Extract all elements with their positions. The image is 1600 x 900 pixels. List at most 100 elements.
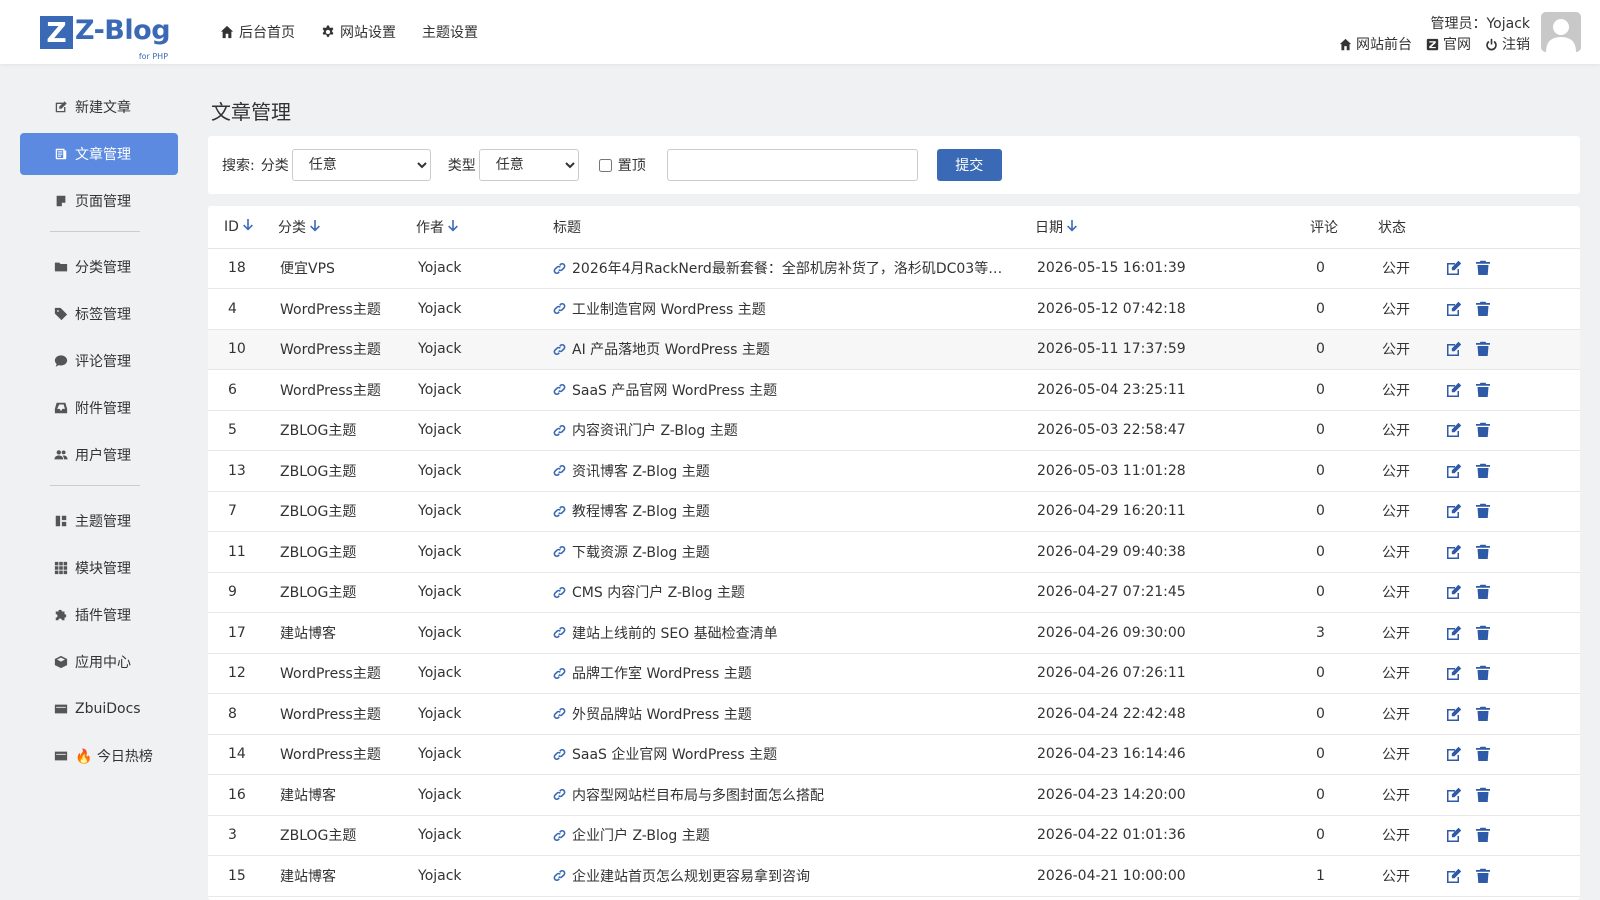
nav-site-settings[interactable]: 网站设置 bbox=[321, 22, 396, 42]
title-link[interactable]: AI 产品落地页 WordPress 主题 bbox=[553, 339, 1035, 359]
edit-icon[interactable] bbox=[1446, 706, 1462, 722]
edit-icon[interactable] bbox=[1446, 382, 1462, 398]
sidebar-item-module-manage[interactable]: 模块管理 bbox=[20, 547, 178, 589]
sidebar-item-tag-manage[interactable]: 标签管理 bbox=[20, 293, 178, 335]
sort-down-icon[interactable] bbox=[1066, 219, 1078, 237]
delete-icon[interactable] bbox=[1475, 746, 1491, 762]
edit-icon[interactable] bbox=[1446, 868, 1462, 884]
official-site-link[interactable]: 官网 bbox=[1426, 34, 1471, 54]
col-date[interactable]: 日期 bbox=[1035, 206, 1310, 249]
title-link[interactable]: 外贸品牌站 WordPress 主题 bbox=[553, 704, 1035, 724]
cell-title[interactable]: 企业建站首页怎么规划更容易拿到咨询 bbox=[553, 855, 1035, 897]
edit-icon[interactable] bbox=[1446, 584, 1462, 600]
edit-icon[interactable] bbox=[1446, 503, 1462, 519]
delete-icon[interactable] bbox=[1475, 787, 1491, 803]
edit-icon[interactable] bbox=[1446, 665, 1462, 681]
cell-title[interactable]: 内容型网站栏目布局与多图封面怎么搭配 bbox=[553, 774, 1035, 816]
sidebar-item-comment-manage[interactable]: 评论管理 bbox=[20, 340, 178, 382]
title-link[interactable]: SaaS 产品官网 WordPress 主题 bbox=[553, 380, 1035, 400]
title-link[interactable]: 内容型网站栏目布局与多图封面怎么搭配 bbox=[553, 785, 1035, 805]
delete-icon[interactable] bbox=[1475, 665, 1491, 681]
edit-icon[interactable] bbox=[1446, 544, 1462, 560]
delete-icon[interactable] bbox=[1475, 382, 1491, 398]
sort-down-icon[interactable] bbox=[309, 219, 321, 237]
edit-icon[interactable] bbox=[1446, 260, 1462, 276]
sidebar-item-plugin-manage[interactable]: 插件管理 bbox=[20, 594, 178, 636]
cell-title[interactable]: CMS 内容门户 Z-Blog 主题 bbox=[553, 572, 1035, 613]
cell-title[interactable]: 工业制造官网 WordPress 主题 bbox=[553, 288, 1035, 330]
category-select[interactable]: 任意 bbox=[291, 149, 431, 181]
cell-title[interactable]: AI 产品落地页 WordPress 主题 bbox=[553, 329, 1035, 370]
title-link[interactable]: 品牌工作室 WordPress 主题 bbox=[553, 663, 1035, 683]
sort-down-icon[interactable] bbox=[242, 218, 254, 236]
cell-title[interactable]: 2026年4月RackNerd最新套餐：全部机房补货了，洛杉矶DC03等… bbox=[553, 248, 1035, 289]
cell-title[interactable]: 建站上线前的 SEO 基础检查清单 bbox=[553, 612, 1035, 654]
cell-title[interactable]: 下载资源 Z-Blog 主题 bbox=[553, 531, 1035, 573]
sidebar-item-new-article[interactable]: 新建文章 bbox=[20, 86, 178, 128]
delete-icon[interactable] bbox=[1475, 625, 1491, 641]
edit-icon[interactable] bbox=[1446, 463, 1462, 479]
sidebar-item-page-manage[interactable]: 页面管理 bbox=[20, 180, 178, 222]
title-link[interactable]: 企业门户 Z-Blog 主题 bbox=[553, 825, 1035, 845]
sort-down-icon[interactable] bbox=[447, 219, 459, 237]
nav-admin-home[interactable]: 后台首页 bbox=[220, 22, 295, 42]
table-row: 9 ZBLOG主题 Yojack CMS 内容门户 Z-Blog 主题 2026-04-… bbox=[208, 572, 1580, 613]
keyword-input[interactable] bbox=[666, 149, 918, 181]
title-link[interactable]: 下载资源 Z-Blog 主题 bbox=[553, 542, 1035, 562]
delete-icon[interactable] bbox=[1475, 341, 1491, 357]
delete-icon[interactable] bbox=[1475, 463, 1491, 479]
nav-theme-settings[interactable]: 主题设置 bbox=[422, 22, 478, 42]
sidebar-item-attachment-manage[interactable]: 附件管理 bbox=[20, 387, 178, 429]
edit-icon[interactable] bbox=[1446, 301, 1462, 317]
title-link[interactable]: 工业制造官网 WordPress 主题 bbox=[553, 299, 1035, 319]
delete-icon[interactable] bbox=[1475, 584, 1491, 600]
delete-icon[interactable] bbox=[1475, 544, 1491, 560]
edit-icon[interactable] bbox=[1446, 827, 1462, 843]
sidebar-item-category-manage[interactable]: 分类管理 bbox=[20, 246, 178, 288]
cell-title[interactable]: SaaS 企业官网 WordPress 主题 bbox=[553, 734, 1035, 775]
delete-icon[interactable] bbox=[1475, 827, 1491, 843]
edit-icon[interactable] bbox=[1446, 787, 1462, 803]
edit-icon[interactable] bbox=[1446, 341, 1462, 357]
cell-title[interactable]: 外贸品牌站 WordPress 主题 bbox=[553, 693, 1035, 735]
sidebar-item-user-manage[interactable]: 用户管理 bbox=[20, 434, 178, 476]
title-link[interactable]: 2026年4月RackNerd最新套餐：全部机房补货了，洛杉矶DC03等… bbox=[553, 258, 1035, 278]
title-link[interactable]: 内容资讯门户 Z-Blog 主题 bbox=[553, 420, 1035, 440]
submit-button[interactable]: 提交 bbox=[936, 149, 1002, 181]
sidebar-item-zbuidocs[interactable]: ZbuiDocs bbox=[20, 688, 178, 730]
sidebar-item-app-center[interactable]: 应用中心 bbox=[20, 641, 178, 683]
cell-title[interactable]: 企业门户 Z-Blog 主题 bbox=[553, 815, 1035, 856]
col-category[interactable]: 分类 bbox=[278, 206, 416, 249]
cell-title[interactable]: 教程博客 Z-Blog 主题 bbox=[553, 491, 1035, 532]
title-link[interactable]: 建站上线前的 SEO 基础检查清单 bbox=[553, 623, 1035, 643]
delete-icon[interactable] bbox=[1475, 503, 1491, 519]
delete-icon[interactable] bbox=[1475, 868, 1491, 884]
delete-icon[interactable] bbox=[1475, 422, 1491, 438]
edit-icon[interactable] bbox=[1446, 422, 1462, 438]
zblog-logo[interactable]: Z Z-Blog for PHP bbox=[40, 16, 171, 61]
col-author[interactable]: 作者 bbox=[416, 206, 553, 249]
delete-icon[interactable] bbox=[1475, 706, 1491, 722]
logout-link[interactable]: 注销 bbox=[1485, 34, 1530, 54]
cell-title[interactable]: 品牌工作室 WordPress 主题 bbox=[553, 653, 1035, 694]
title-link[interactable]: SaaS 企业官网 WordPress 主题 bbox=[553, 744, 1035, 764]
title-link[interactable]: 资讯博客 Z-Blog 主题 bbox=[553, 461, 1035, 481]
top-checkbox[interactable] bbox=[598, 158, 612, 172]
sidebar-item-theme-manage[interactable]: 主题管理 bbox=[20, 500, 178, 542]
col-id[interactable]: ID bbox=[208, 206, 278, 249]
title-link[interactable]: CMS 内容门户 Z-Blog 主题 bbox=[553, 582, 1035, 602]
site-front-link[interactable]: 网站前台 bbox=[1339, 34, 1412, 54]
delete-icon[interactable] bbox=[1475, 260, 1491, 276]
cell-title[interactable]: 资讯博客 Z-Blog 主题 bbox=[553, 450, 1035, 492]
edit-icon[interactable] bbox=[1446, 625, 1462, 641]
sidebar-item-hot-list[interactable]: 🔥 今日热榜 bbox=[20, 735, 178, 777]
avatar[interactable] bbox=[1541, 12, 1581, 52]
title-link[interactable]: 企业建站首页怎么规划更容易拿到咨询 bbox=[553, 866, 1035, 886]
cell-title[interactable]: 内容资讯门户 Z-Blog 主题 bbox=[553, 410, 1035, 451]
title-link[interactable]: 教程博客 Z-Blog 主题 bbox=[553, 501, 1035, 521]
edit-icon[interactable] bbox=[1446, 746, 1462, 762]
cell-title[interactable]: SaaS 产品官网 WordPress 主题 bbox=[553, 369, 1035, 411]
sidebar-item-article-manage[interactable]: 文章管理 bbox=[20, 133, 178, 175]
delete-icon[interactable] bbox=[1475, 301, 1491, 317]
type-select[interactable]: 任意 bbox=[478, 149, 579, 181]
